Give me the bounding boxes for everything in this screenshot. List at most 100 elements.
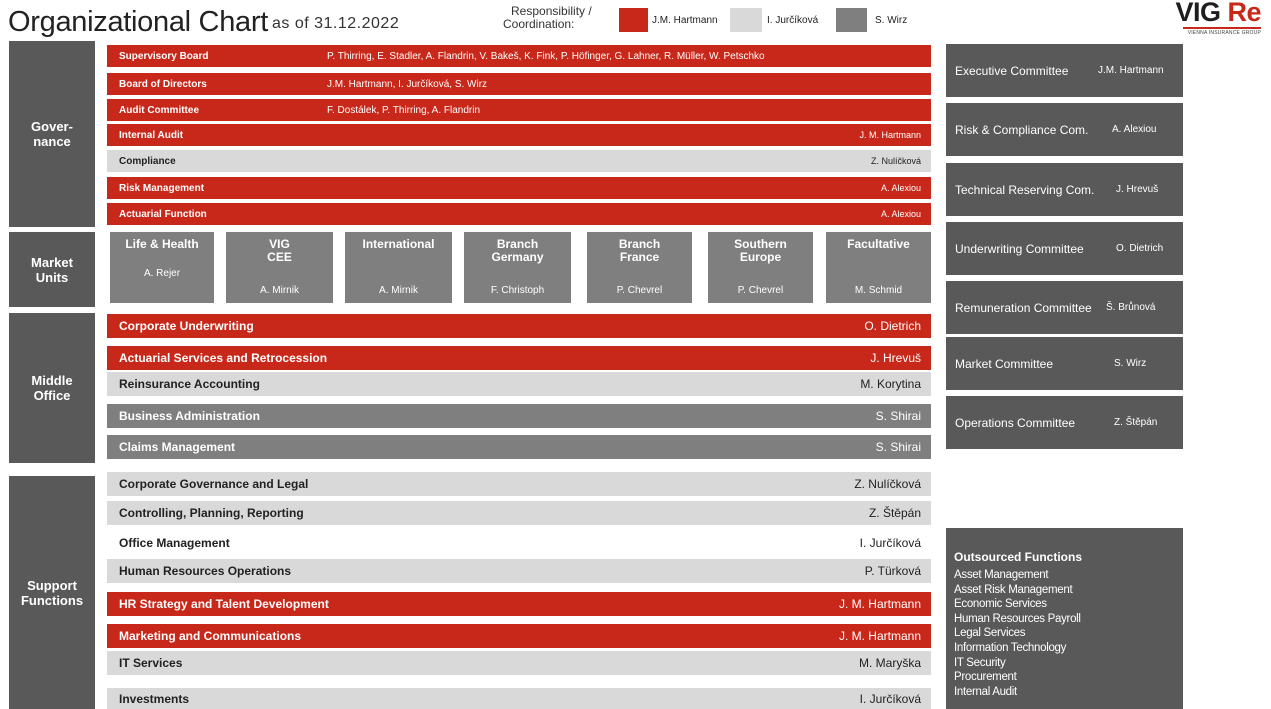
legend-swatch-light-grey (730, 8, 762, 32)
market-unit-box[interactable]: Life & Health A. Rejer (110, 232, 214, 303)
governance-row-members: P. Thirring, E. Stadler, A. Flandrin, V.… (327, 50, 765, 62)
governance-row[interactable]: Supervisory Board P. Thirring, E. Stadle… (107, 45, 931, 67)
market-unit-box[interactable]: Branch France P. Chevrel (587, 232, 692, 303)
committee-name: Risk & Compliance Com. (955, 122, 1089, 137)
middle-office-row[interactable]: Business Administration S. Shirai (107, 404, 931, 428)
logo-underline (1183, 27, 1261, 29)
committee-box[interactable]: Risk & Compliance Com. A. Alexiou (946, 103, 1183, 156)
governance-row-name: Actuarial Function (119, 208, 207, 220)
responsibility-label: Responsibility / Coordination: (503, 5, 592, 31)
support-function-row[interactable]: HR Strategy and Talent Development J. M.… (107, 592, 931, 616)
committee-name: Operations Committee (955, 415, 1076, 430)
middle-office-row[interactable]: Claims Management S. Shirai (107, 435, 931, 459)
support-function-row[interactable]: Office Management I. Jurčíková (107, 531, 931, 555)
committee-name: Remuneration Committee (955, 300, 1092, 315)
committee-box[interactable]: Market Committee S. Wirz (946, 337, 1183, 390)
as-of-date: as of 31.12.2022 (272, 15, 400, 32)
responsibility-line-2: Coordination: (503, 17, 575, 31)
governance-row-members: F. Dostálek, P. Thirring, A. Flandrin (327, 104, 481, 116)
legend-swatch-dark-grey (836, 8, 867, 32)
outsourced-item: Asset Risk Management (954, 583, 1073, 596)
outsourced-item: Information Technology (954, 641, 1067, 654)
market-unit-name: Southern Europe (734, 237, 787, 264)
logo-vig: VIG (1175, 0, 1221, 27)
support-function-row[interactable]: Investments I. Jurčíková (107, 688, 931, 709)
market-unit-box[interactable]: Facultative M. Schmid (826, 232, 931, 303)
governance-row[interactable]: Board of Directors J.M. Hartmann, I. Jur… (107, 73, 931, 95)
outsourced-item: Internal Audit (954, 685, 1017, 698)
market-unit-name: Branch Germany (491, 237, 544, 264)
middle-office-row-name: Corporate Underwriting (119, 319, 254, 333)
legend-label-wirz: S. Wirz (875, 15, 908, 26)
market-unit-box[interactable]: Branch Germany F. Christoph (464, 232, 571, 303)
support-function-row-name: IT Services (119, 656, 183, 670)
middle-office-row-head: S. Shirai (875, 409, 921, 423)
support-function-row[interactable]: IT Services M. Maryška (107, 651, 931, 675)
market-unit-box[interactable]: Southern Europe P. Chevrel (708, 232, 813, 303)
support-function-row[interactable]: Human Resources Operations P. Türková (107, 559, 931, 583)
middle-office-row[interactable]: Reinsurance Accounting M. Korytina (107, 372, 931, 396)
governance-row[interactable]: Risk Management A. Alexiou (107, 177, 931, 199)
outsourced-item: Economic Services (954, 598, 1047, 611)
section-support-functions-label: Support Functions (20, 577, 84, 608)
outsourced-functions-title: Outsourced Functions (954, 550, 1083, 564)
support-function-row[interactable]: Corporate Governance and Legal Z. Nulíčk… (107, 472, 931, 496)
governance-row[interactable]: Actuarial Function A. Alexiou (107, 203, 931, 225)
market-unit-name: Facultative (847, 237, 910, 251)
committee-head: J.M. Hartmann (1098, 65, 1164, 76)
middle-office-row-head: M. Korytina (860, 377, 921, 391)
committee-box[interactable]: Remuneration Committee Š. Brůnová (946, 281, 1183, 334)
governance-row-name: Internal Audit (119, 129, 184, 141)
outsourced-item: IT Security (954, 656, 1006, 669)
middle-office-row-name: Actuarial Services and Retrocession (119, 351, 328, 365)
market-unit-head: M. Schmid (854, 285, 903, 296)
governance-row[interactable]: Compliance Z. Nulíčková (107, 150, 931, 172)
market-unit-name: Life & Health (125, 237, 199, 251)
section-middle-office-label: Middle Office (31, 373, 73, 403)
support-function-row-head: P. Türková (864, 564, 921, 578)
committee-box[interactable]: Operations Committee Z. Štěpán (946, 396, 1183, 449)
committee-head: A. Alexiou (1112, 124, 1157, 135)
support-function-row-name: Office Management (119, 536, 230, 550)
committee-head: S. Wirz (1114, 358, 1147, 369)
support-function-row-name: Human Resources Operations (119, 564, 292, 578)
middle-office-row[interactable]: Actuarial Services and Retrocession J. H… (107, 346, 931, 370)
legend-label-jurcikova: I. Jurčíková (767, 15, 819, 26)
support-function-row-name: Marketing and Communications (119, 629, 302, 643)
committee-name: Market Committee (955, 356, 1054, 371)
middle-office-row-name: Claims Management (119, 440, 236, 454)
governance-row-name: Board of Directors (119, 78, 207, 90)
outsourced-item: Procurement (954, 671, 1017, 684)
market-unit-box[interactable]: VIG CEE A. Mirnik (226, 232, 333, 303)
support-function-row[interactable]: Marketing and Communications J. M. Hartm… (107, 624, 931, 648)
committee-head: O. Dietrich (1116, 243, 1164, 254)
committee-box[interactable]: Underwriting Committee O. Dietrich (946, 222, 1183, 275)
committee-box[interactable]: Technical Reserving Com. J. Hrevuš (946, 163, 1183, 216)
committee-name: Technical Reserving Com. (955, 182, 1095, 197)
committee-name: Underwriting Committee (955, 241, 1084, 256)
market-unit-head: A. Mirnik (379, 285, 418, 296)
governance-row[interactable]: Audit Committee F. Dostálek, P. Thirring… (107, 99, 931, 121)
market-unit-box[interactable]: International A. Mirnik (345, 232, 452, 303)
governance-row-name: Risk Management (119, 182, 205, 194)
support-function-row[interactable]: Controlling, Planning, Reporting Z. Štěp… (107, 501, 931, 525)
middle-office-row-name: Reinsurance Accounting (119, 377, 260, 391)
support-function-row-head: Z. Nulíčková (854, 477, 921, 491)
market-unit-head: P. Chevrel (737, 285, 784, 296)
market-unit-name: VIG CEE (267, 237, 292, 264)
middle-office-row[interactable]: Corporate Underwriting O. Dietrich (107, 314, 931, 338)
middle-office-row-name: Business Administration (119, 409, 260, 423)
committee-box[interactable]: Executive Committee J.M. Hartmann (946, 44, 1183, 97)
vig-re-logo: VIG Re VIENNA INSURANCE GROUP (1175, 0, 1261, 36)
governance-row-head: A. Alexiou (880, 209, 921, 219)
legend-label-hartmann: J.M. Hartmann (652, 15, 718, 26)
governance-row[interactable]: Internal Audit J. M. Hartmann (107, 124, 931, 146)
support-function-row-name: Corporate Governance and Legal (119, 477, 309, 491)
support-function-row-name: Controlling, Planning, Reporting (119, 506, 304, 520)
governance-row-head: Z. Nulíčková (870, 156, 921, 166)
page-title: Organizational Chart (8, 6, 268, 38)
section-middle-office: Middle Office (9, 313, 95, 463)
outsourced-functions-box: Outsourced Functions Asset Management As… (946, 528, 1183, 709)
support-function-row-head: I. Jurčíková (859, 536, 921, 550)
committee-name: Executive Committee (955, 63, 1069, 78)
